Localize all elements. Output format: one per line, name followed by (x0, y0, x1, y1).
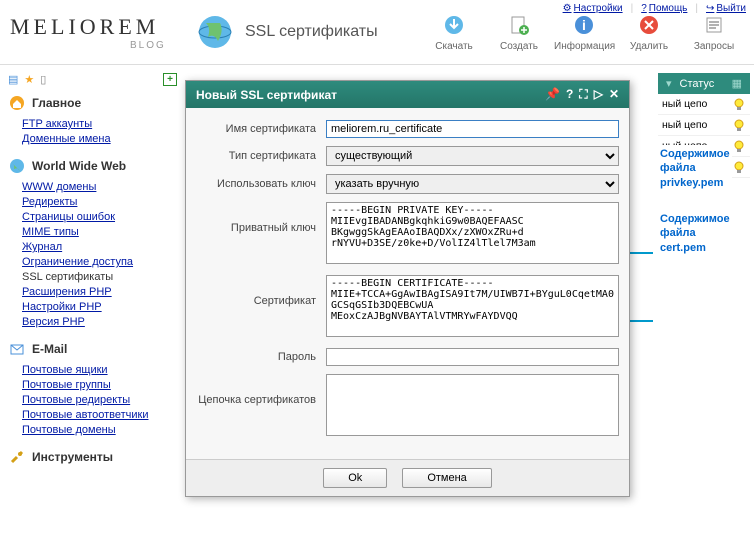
right-panel: ▾ Статус ▦ ный цепоный цепоный цепоисанн… (654, 65, 754, 538)
sidebar-link[interactable]: Почтовые редиректы (22, 394, 177, 406)
toolbar-create-button[interactable]: Создать (489, 13, 549, 52)
modal-header[interactable]: Новый SSL сертификат 📌 ? ⛶ ▷ ✕ (186, 81, 629, 108)
sidebar: ▤ ★ ▯ + Главное FTP аккаунты Доменные имен… (0, 65, 185, 538)
sidebar-section-home[interactable]: Главное (8, 94, 177, 112)
bulb-icon (732, 97, 746, 111)
home-icon (8, 94, 26, 112)
status-row[interactable]: ный цепо (658, 94, 750, 115)
cert-type-select[interactable]: существующий (326, 146, 619, 166)
status-row[interactable]: ный цепо (658, 115, 750, 136)
sidebar-link[interactable]: Страницы ошибок (22, 211, 177, 223)
doc-icon[interactable]: ▯ (40, 73, 46, 86)
gear-icon: ⚙ (563, 3, 572, 14)
calendar-icon: ▦ (732, 77, 742, 90)
annotation-privkey: Содержимое файла privkey.pem (658, 145, 732, 192)
sidebar-link[interactable]: Почтовые автоответчики (22, 409, 177, 421)
sidebar-link[interactable]: FTP аккаунты (22, 118, 177, 130)
pin-icon[interactable]: 📌 (545, 87, 560, 102)
mail-icon (8, 340, 26, 358)
list-icon[interactable]: ▤ (8, 73, 18, 86)
svg-text:i: i (582, 17, 586, 33)
annotation-cert: Содержимое файла cert.pem (658, 210, 732, 257)
topbar-settings-link[interactable]: ⚙Настройки (563, 3, 623, 14)
cert-textarea[interactable]: -----BEGIN CERTIFICATE----- MIIE+TCCA+Gg… (326, 275, 619, 337)
sidebar-link[interactable]: MIME типы (22, 226, 177, 238)
cancel-button[interactable]: Отмена (402, 468, 491, 488)
sidebar-section-tools[interactable]: Инструменты (8, 448, 177, 466)
sidebar-link[interactable]: SSL сертификаты (22, 271, 177, 283)
sidebar-link[interactable]: Версия PHP (22, 316, 177, 328)
label-pass: Пароль (196, 351, 326, 363)
label-cert-name: Имя сертификата (196, 123, 326, 135)
new-ssl-modal: Новый SSL сертификат 📌 ? ⛶ ▷ ✕ Имя серти… (185, 80, 630, 497)
tools-icon (8, 448, 26, 466)
plus-icon[interactable]: + (163, 73, 177, 86)
modal-title: Новый SSL сертификат (196, 88, 337, 102)
next-icon[interactable]: ▷ (594, 87, 603, 102)
max-icon[interactable]: ⛶ (579, 87, 587, 102)
sidebar-section-mail[interactable]: E-Mail (8, 340, 177, 358)
right-panel-header: ▾ Статус ▦ (658, 73, 750, 94)
label-cert-type: Тип сертификата (196, 150, 326, 162)
bulb-icon (732, 118, 746, 132)
sidebar-link[interactable]: Редиректы (22, 196, 177, 208)
ok-button[interactable]: Ok (323, 468, 387, 488)
toolbar-download-button[interactable]: Скачать (424, 13, 484, 52)
sidebar-link[interactable]: Почтовые ящики (22, 364, 177, 376)
star-icon[interactable]: ★ (24, 73, 34, 86)
usekey-select[interactable]: указать вручную (326, 174, 619, 194)
sidebar-link[interactable]: Ограничение доступа (22, 256, 177, 268)
logo-area: MELIOREM BLOG (0, 4, 195, 61)
chevron-down-icon: ▾ (666, 77, 672, 90)
privkey-textarea[interactable]: -----BEGIN PRIVATE KEY----- MIIEvgIBADAN… (326, 202, 619, 264)
toolbar-requests-button[interactable]: Запросы (684, 13, 744, 52)
sidebar-link[interactable]: Настройки PHP (22, 301, 177, 313)
sidebar-link[interactable]: WWW домены (22, 181, 177, 193)
bulb-icon (732, 139, 746, 153)
page-title: SSL сертификаты (245, 23, 378, 41)
topbar-logout-link[interactable]: ↪Выйти (706, 3, 746, 14)
logo-subtext: BLOG (130, 40, 185, 51)
password-input[interactable] (326, 348, 619, 366)
label-chain: Цепочка сертификатов (196, 374, 326, 406)
sidebar-link[interactable]: Доменные имена (22, 133, 177, 145)
sidebar-section-globe[interactable]: World Wide Web (8, 157, 177, 175)
toolbar-delete-button[interactable]: Удалить (619, 13, 679, 52)
label-usekey: Использовать ключ (196, 178, 326, 190)
create-icon (507, 13, 531, 37)
help-modal-icon[interactable]: ? (566, 87, 573, 102)
toolbar-info-button[interactable]: i Информация (554, 13, 614, 52)
sidebar-link[interactable]: Почтовые группы (22, 379, 177, 391)
logout-icon: ↪ (706, 3, 714, 14)
help-icon: ? (641, 3, 647, 14)
sidebar-link[interactable]: Расширения PHP (22, 286, 177, 298)
globe-icon (195, 12, 235, 52)
logo-text: MELIOREM (10, 14, 185, 40)
download-icon (442, 13, 466, 37)
label-cert: Сертификат (196, 275, 326, 307)
label-privkey: Приватный ключ (196, 202, 326, 234)
close-icon[interactable]: ✕ (609, 87, 619, 102)
sidebar-link[interactable]: Почтовые домены (22, 424, 177, 436)
sidebar-link[interactable]: Журнал (22, 241, 177, 253)
cert-name-input[interactable] (326, 120, 619, 138)
bulb-icon (732, 160, 746, 174)
topbar-help-link[interactable]: ?Помощь (641, 3, 687, 14)
chain-textarea[interactable] (326, 374, 619, 436)
globe-icon (8, 157, 26, 175)
